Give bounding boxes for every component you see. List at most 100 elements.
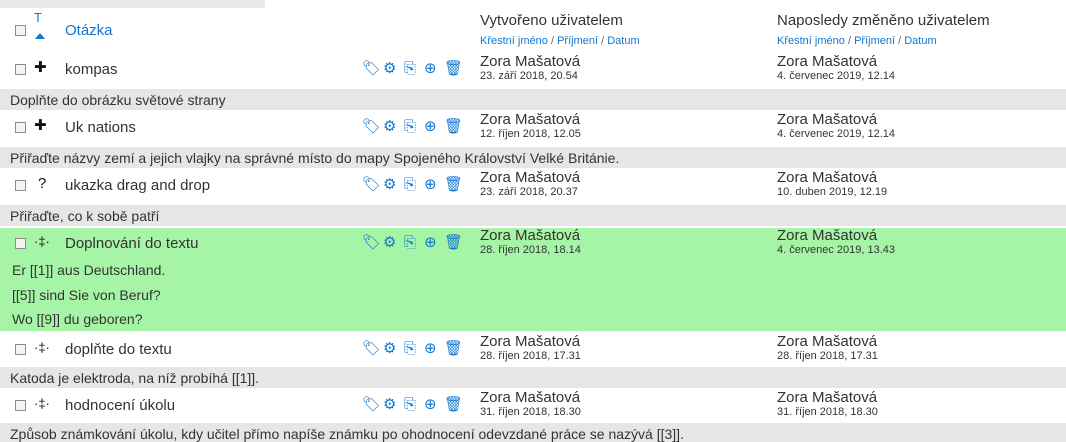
gear-icon[interactable]: ⚙ <box>383 118 396 136</box>
created-by-name: Zora Mašatová <box>480 169 581 186</box>
question-text-block: Er [[1]] aus Deutschland. [[5]] sind Sie… <box>0 258 1066 331</box>
modified-by-column-header: Naposledy změněno uživatelem Křestní jmé… <box>777 12 990 49</box>
gear-icon[interactable]: ⚙ <box>383 60 396 78</box>
modified-by: Zora Mašatová 10. duben 2019, 12.19 <box>777 169 887 199</box>
question-text: Katoda je elektroda, na níž probíhá [[1]… <box>10 370 260 386</box>
question-column-header[interactable]: Otázka <box>65 22 113 39</box>
question-row: ✚ Uk nations 🏷 ⚙ ⎘ ⊕ 🗑 Zora Mašatová 12.… <box>0 112 1066 142</box>
preview-icon[interactable]: ⊕ <box>424 118 437 136</box>
tag-icon[interactable]: 🏷 <box>362 176 381 194</box>
duplicate-icon[interactable]: ⎘ <box>404 234 416 252</box>
modified-by-name: Zora Mašatová <box>777 227 878 244</box>
preview-icon[interactable]: ⊕ <box>424 176 437 194</box>
modified-date: 28. říjen 2018, 17.31 <box>777 350 878 362</box>
preview-icon[interactable]: ⊕ <box>424 234 437 252</box>
created-by-title: Vytvořeno uživatelem <box>480 12 623 29</box>
sort-last-name-link[interactable]: Příjmení <box>557 35 598 47</box>
question-name: Doplnování do textu <box>65 235 199 252</box>
duplicate-icon[interactable]: ⎘ <box>404 118 416 136</box>
modified-by: Zora Mašatová 28. říjen 2018, 17.31 <box>777 334 878 363</box>
sort-last-name-link[interactable]: Příjmení <box>854 35 895 47</box>
modified-date: 4. červenec 2019, 13.43 <box>777 244 896 256</box>
modified-by-name: Zora Mašatová <box>777 169 878 186</box>
duplicate-icon[interactable]: ⎘ <box>404 396 416 414</box>
question-checkbox[interactable] <box>15 344 26 355</box>
question-text-line: Er [[1]] aus Deutschland. <box>12 262 166 278</box>
sort-first-name-link[interactable]: Křestní jméno <box>480 35 548 47</box>
question-checkbox[interactable] <box>15 238 26 249</box>
sort-type-label: T <box>34 10 42 25</box>
tag-icon[interactable]: 🏷 <box>362 396 381 414</box>
separator: / <box>847 35 851 47</box>
preview-icon[interactable]: ⊕ <box>424 396 437 414</box>
question-checkbox[interactable] <box>15 180 26 191</box>
created-by: Zora Mašatová 23. září 2018, 20.37 <box>480 169 581 199</box>
gear-icon[interactable]: ⚙ <box>383 396 396 414</box>
sort-type-icon[interactable]: T <box>33 10 49 40</box>
top-bar <box>0 0 265 8</box>
gear-icon[interactable]: ⚙ <box>383 234 396 252</box>
delete-icon[interactable]: 🗑 <box>444 60 463 78</box>
separator: / <box>601 35 605 47</box>
question-checkbox[interactable] <box>15 64 26 75</box>
duplicate-icon[interactable]: ⎘ <box>404 340 416 358</box>
delete-icon[interactable]: 🗑 <box>444 340 463 358</box>
gear-icon[interactable]: ⚙ <box>383 340 396 358</box>
drag-text-icon: ·‡· <box>34 340 50 355</box>
sort-ascending-icon <box>35 33 45 39</box>
question-mark-icon: ? <box>38 175 47 192</box>
sort-first-name-link[interactable]: Křestní jméno <box>777 35 845 47</box>
question-checkbox[interactable] <box>15 400 26 411</box>
question-text: Způsob známkování úkolu, kdy učitel přím… <box>10 426 684 442</box>
delete-icon[interactable]: 🗑 <box>444 396 463 414</box>
question-row-highlighted: ·‡· Doplnování do textu 🏷 ⚙ ⎘ ⊕ 🗑 Zora M… <box>0 228 1066 258</box>
sort-date-link[interactable]: Datum <box>607 35 639 47</box>
tag-icon[interactable]: 🏷 <box>362 234 381 252</box>
modified-date: 4. červenec 2019, 12.14 <box>777 128 896 140</box>
question-text-row: Doplňte do obrázku světové strany <box>0 89 1066 110</box>
question-text-row: Přiřaďte, co k sobě patří <box>0 205 1066 226</box>
preview-icon[interactable]: ⊕ <box>424 340 437 358</box>
created-by-name: Zora Mašatová <box>480 53 581 70</box>
question-checkbox[interactable] <box>15 122 26 133</box>
created-by-sort-links: Křestní jméno / Příjmení / Datum <box>480 33 640 49</box>
tag-icon[interactable]: 🏷 <box>362 60 381 78</box>
question-text-row: Přiřaďte názvy zemí a jejich vlajky na s… <box>0 147 1066 168</box>
question-name: kompas <box>65 61 118 78</box>
created-by-name: Zora Mašatová <box>480 333 581 350</box>
modified-by-name: Zora Mašatová <box>777 111 878 128</box>
created-by: Zora Mašatová 23. září 2018, 20.54 <box>480 53 581 83</box>
table-header: T Otázka Vytvořeno uživatelem Křestní jm… <box>0 8 1066 54</box>
move-icon: ✚ <box>34 117 47 134</box>
question-name: doplňte do textu <box>65 341 172 358</box>
question-text: Přiřaďte, co k sobě patří <box>10 208 160 224</box>
created-date: 28. říjen 2018, 18.14 <box>480 244 581 256</box>
created-by: Zora Mašatová 12. říjen 2018, 12.05 <box>480 112 581 141</box>
delete-icon[interactable]: 🗑 <box>444 176 463 194</box>
delete-icon[interactable]: 🗑 <box>444 234 463 252</box>
tag-icon[interactable]: 🏷 <box>362 340 381 358</box>
question-text-row: Způsob známkování úkolu, kdy učitel přím… <box>0 423 1066 442</box>
created-date: 12. říjen 2018, 12.05 <box>480 128 581 140</box>
separator: / <box>550 35 554 47</box>
modified-date: 4. červenec 2019, 12.14 <box>777 70 896 82</box>
duplicate-icon[interactable]: ⎘ <box>404 60 416 78</box>
question-name: hodnocení úkolu <box>65 397 176 414</box>
sort-date-link[interactable]: Datum <box>904 35 936 47</box>
created-date: 28. říjen 2018, 17.31 <box>480 350 581 362</box>
duplicate-icon[interactable]: ⎘ <box>404 176 416 194</box>
separator: / <box>898 35 902 47</box>
preview-icon[interactable]: ⊕ <box>424 60 437 78</box>
created-by: Zora Mašatová 28. říjen 2018, 18.14 <box>480 228 581 257</box>
gear-icon[interactable]: ⚙ <box>383 176 396 194</box>
modified-by: Zora Mašatová 4. červenec 2019, 12.14 <box>777 54 896 83</box>
created-by: Zora Mašatová 31. říjen 2018, 18.30 <box>480 389 581 419</box>
delete-icon[interactable]: 🗑 <box>444 118 463 136</box>
drag-text-icon: ·‡· <box>34 396 50 411</box>
created-date: 31. říjen 2018, 18.30 <box>480 406 581 418</box>
tag-icon[interactable]: 🏷 <box>362 118 381 136</box>
question-text: Doplňte do obrázku světové strany <box>10 92 226 108</box>
created-by-name: Zora Mašatová <box>480 389 581 406</box>
select-all-checkbox[interactable] <box>15 25 26 36</box>
modified-by-sort-links: Křestní jméno / Příjmení / Datum <box>777 33 990 49</box>
